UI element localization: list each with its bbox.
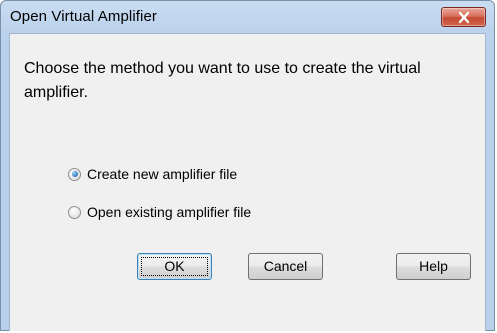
instruction-text: Choose the method you want to use to cre… [24,60,421,101]
cancel-button[interactable]: Cancel [248,253,323,280]
title-bar[interactable]: Open Virtual Amplifier [1,1,494,33]
radio-create-new[interactable] [68,167,81,181]
window-title: Open Virtual Amplifier [10,8,157,25]
close-button[interactable] [441,7,486,27]
help-button-label: Help [419,258,448,274]
option-create-new[interactable]: Create new amplifier file [68,164,237,184]
radio-open-existing[interactable] [68,205,81,219]
option-open-existing-label[interactable]: Open existing amplifier file [87,204,251,220]
option-create-new-label[interactable]: Create new amplifier file [87,166,237,182]
ok-button[interactable]: OK [137,253,212,280]
close-icon [458,11,470,24]
help-button[interactable]: Help [396,253,471,280]
cancel-button-label: Cancel [263,258,308,274]
option-open-existing[interactable]: Open existing amplifier file [68,202,251,222]
ok-button-label: OK [164,258,185,274]
